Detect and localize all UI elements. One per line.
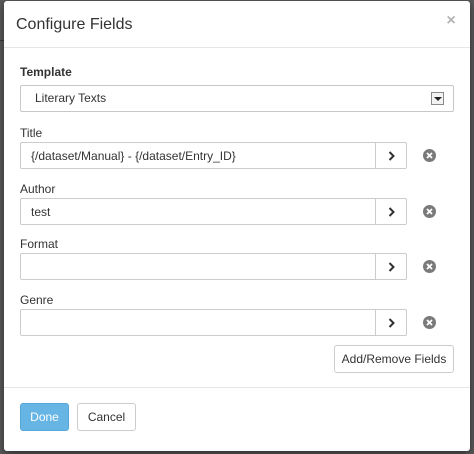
author-input[interactable] [20,198,376,225]
cancel-button[interactable]: Cancel [77,403,136,431]
field-author-row [20,198,454,225]
field-format-row [20,253,454,280]
field-author: Author [20,182,454,225]
field-author-label: Author [20,182,56,196]
format-input[interactable] [20,253,376,280]
template-select[interactable]: Literary Texts [20,85,454,112]
dialog-body: Template Literary Texts Title Author [20,65,454,336]
author-insert-button[interactable] [375,198,407,225]
dropdown-arrow-icon[interactable] [431,92,444,105]
chevron-right-icon [388,207,395,217]
genre-insert-button[interactable] [375,309,407,336]
chevron-right-icon [388,262,395,272]
remove-circle-icon[interactable] [423,149,436,162]
field-format: Format [20,237,454,280]
dialog-header: Configure Fields × [4,1,470,48]
title-insert-button[interactable] [375,142,407,169]
dialog-footer: Done Cancel [4,387,470,451]
field-genre-label: Genre [20,293,54,307]
field-title-label: Title [20,126,43,140]
configure-fields-dialog: Configure Fields × Template Literary Tex… [4,1,470,451]
close-icon[interactable]: × [444,13,458,29]
chevron-right-icon [388,151,395,161]
template-selected-value: Literary Texts [35,91,107,105]
field-genre-row [20,309,454,336]
chevron-right-icon [388,318,395,328]
title-input[interactable] [20,142,376,169]
remove-circle-icon[interactable] [423,260,436,273]
field-title-row [20,142,454,169]
template-label: Template [20,65,72,79]
remove-circle-icon[interactable] [423,316,436,329]
genre-input[interactable] [20,309,376,336]
remove-circle-icon[interactable] [423,205,436,218]
done-button[interactable]: Done [20,403,69,431]
add-remove-fields-button[interactable]: Add/Remove Fields [334,345,454,373]
field-format-label: Format [20,237,59,251]
dialog-title: Configure Fields [16,16,133,33]
field-genre: Genre [20,293,454,336]
field-title: Title [20,126,454,169]
format-insert-button[interactable] [375,253,407,280]
